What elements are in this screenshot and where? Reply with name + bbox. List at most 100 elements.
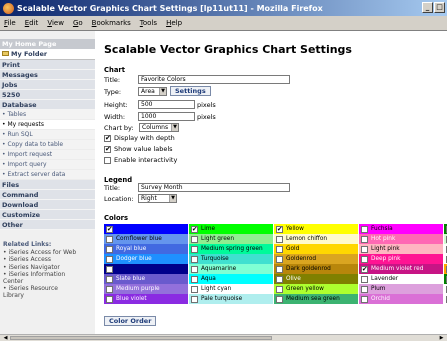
color-checkbox[interactable] — [191, 275, 198, 283]
color-checkbox[interactable] — [361, 255, 368, 263]
legend-location-select[interactable]: Right ▼ — [138, 194, 177, 203]
color-checkbox[interactable] — [276, 235, 283, 243]
color-checkbox[interactable] — [191, 285, 198, 293]
menu-help[interactable]: Help — [166, 19, 182, 27]
color-checkbox[interactable] — [276, 275, 283, 283]
color-checkbox[interactable] — [191, 235, 198, 243]
color-swatch[interactable]: Fuchsia — [359, 224, 444, 234]
color-checkbox[interactable] — [276, 295, 283, 303]
color-checkbox[interactable] — [106, 265, 113, 273]
sidebar-item-messages[interactable]: Messages — [0, 70, 95, 80]
color-checkbox[interactable] — [361, 275, 368, 283]
sidebar-item-jobs[interactable]: Jobs — [0, 80, 95, 90]
related-link[interactable]: • iSeries Access — [3, 256, 95, 263]
chart-height-input[interactable]: 500 — [138, 100, 195, 109]
chart-width-input[interactable]: 1000 — [138, 112, 195, 121]
color-checkbox[interactable] — [106, 275, 113, 283]
color-swatch[interactable]: Medium sea green — [274, 294, 359, 304]
color-swatch[interactable]: Olive — [274, 274, 359, 284]
color-checkbox[interactable] — [106, 225, 113, 234]
color-swatch[interactable]: Cornflower blue — [104, 234, 189, 244]
color-swatch[interactable] — [104, 264, 189, 274]
color-swatch[interactable]: Goldenrod — [274, 254, 359, 264]
settings-button[interactable]: Settings — [170, 86, 211, 96]
color-swatch[interactable]: Dodger blue — [104, 254, 189, 264]
chart-by-select[interactable]: Columns ▼ — [139, 123, 179, 132]
color-checkbox[interactable] — [106, 295, 113, 303]
color-checkbox[interactable] — [361, 265, 368, 274]
color-swatch[interactable]: Hot pink — [359, 234, 444, 244]
minimize-button[interactable]: _ — [422, 2, 433, 13]
sidebar-my-folder[interactable]: My Folder — [0, 49, 95, 60]
related-link[interactable]: • iSeries Information — [3, 271, 95, 278]
color-checkbox[interactable] — [106, 285, 113, 293]
sidebar-item-import-request[interactable]: • Import request — [0, 150, 95, 160]
color-checkbox[interactable] — [106, 245, 113, 253]
color-order-button[interactable]: Color Order — [104, 316, 157, 326]
sidebar-item-download[interactable]: Download — [0, 200, 95, 210]
sidebar-item-files[interactable]: Files — [0, 180, 95, 190]
color-checkbox[interactable] — [361, 235, 368, 243]
color-swatch[interactable]: Light green — [189, 234, 274, 244]
color-checkbox[interactable] — [191, 255, 198, 263]
sidebar-item-5250[interactable]: 5250 — [0, 90, 95, 100]
color-checkbox[interactable] — [276, 265, 283, 273]
color-swatch[interactable]: Lavender — [359, 274, 444, 284]
sidebar-item-print[interactable]: Print — [0, 60, 95, 70]
color-checkbox[interactable] — [191, 225, 198, 234]
menu-file[interactable]: File — [4, 19, 16, 27]
sidebar-item-copy-data-to-table[interactable]: • Copy data to table — [0, 140, 95, 150]
sidebar-item-tables[interactable]: • Tables — [0, 110, 95, 120]
chart-title-input[interactable]: Favorite Colors — [138, 75, 290, 84]
color-swatch[interactable]: Lemon chiffon — [274, 234, 359, 244]
color-swatch[interactable]: Light cyan — [189, 284, 274, 294]
scroll-left-icon[interactable]: ◀ — [2, 335, 9, 341]
display-depth-row[interactable]: Display with depth — [104, 134, 175, 143]
color-checkbox[interactable] — [191, 295, 198, 303]
related-link[interactable]: • iSeries Access for Web — [3, 249, 95, 256]
menu-edit[interactable]: Edit — [25, 19, 39, 27]
menu-view[interactable]: View — [47, 19, 64, 27]
color-checkbox[interactable] — [276, 225, 283, 234]
color-checkbox[interactable] — [361, 245, 368, 253]
color-checkbox[interactable] — [276, 255, 283, 263]
display-depth-checkbox[interactable] — [104, 134, 111, 143]
color-checkbox[interactable] — [361, 285, 368, 293]
show-value-labels-checkbox[interactable] — [104, 145, 111, 154]
scroll-right-icon[interactable]: ▶ — [438, 335, 445, 341]
color-checkbox[interactable] — [276, 285, 283, 293]
enable-interactivity-checkbox[interactable] — [104, 156, 111, 164]
sidebar-item-customize[interactable]: Customize — [0, 210, 95, 220]
sidebar-home[interactable]: My Home Page — [0, 39, 95, 49]
sidebar-item-command[interactable]: Command — [0, 190, 95, 200]
color-swatch[interactable]: Deep pink — [359, 254, 444, 264]
color-swatch[interactable]: Lime — [189, 224, 274, 234]
color-swatch[interactable] — [104, 224, 189, 234]
maximize-button[interactable]: □ — [434, 2, 445, 13]
color-checkbox[interactable] — [276, 245, 283, 253]
color-swatch[interactable]: Dark goldenrod — [274, 264, 359, 274]
related-link[interactable]: Center — [3, 278, 95, 285]
color-swatch[interactable]: Orchid — [359, 294, 444, 304]
color-swatch[interactable]: Blue violet — [104, 294, 189, 304]
color-swatch[interactable]: Turquoise — [189, 254, 274, 264]
legend-title-input[interactable]: Survey Month — [138, 183, 290, 192]
related-link[interactable]: • iSeries Navigator — [3, 264, 95, 271]
related-link[interactable]: • iSeries Resource — [3, 285, 95, 292]
enable-interactivity-row[interactable]: Enable interactivity — [104, 156, 177, 164]
sidebar-item-import-query[interactable]: • Import query — [0, 160, 95, 170]
color-swatch[interactable]: Aqua — [189, 274, 274, 284]
related-link[interactable]: Library — [3, 292, 95, 299]
sidebar-item-database[interactable]: Database — [0, 100, 95, 110]
color-swatch[interactable]: Medium violet red — [359, 264, 444, 274]
color-checkbox[interactable] — [191, 265, 198, 273]
horizontal-scrollbar[interactable]: ◀ ▶ — [0, 334, 447, 341]
sidebar-item-other[interactable]: Other — [0, 220, 95, 230]
menu-go[interactable]: Go — [73, 19, 83, 27]
color-swatch[interactable]: Plum — [359, 284, 444, 294]
menu-tools[interactable]: Tools — [140, 19, 157, 27]
color-swatch[interactable]: Aquamarine — [189, 264, 274, 274]
color-swatch[interactable]: Medium purple — [104, 284, 189, 294]
color-swatch[interactable]: Gold — [274, 244, 359, 254]
show-value-labels-row[interactable]: Show value labels — [104, 145, 173, 154]
